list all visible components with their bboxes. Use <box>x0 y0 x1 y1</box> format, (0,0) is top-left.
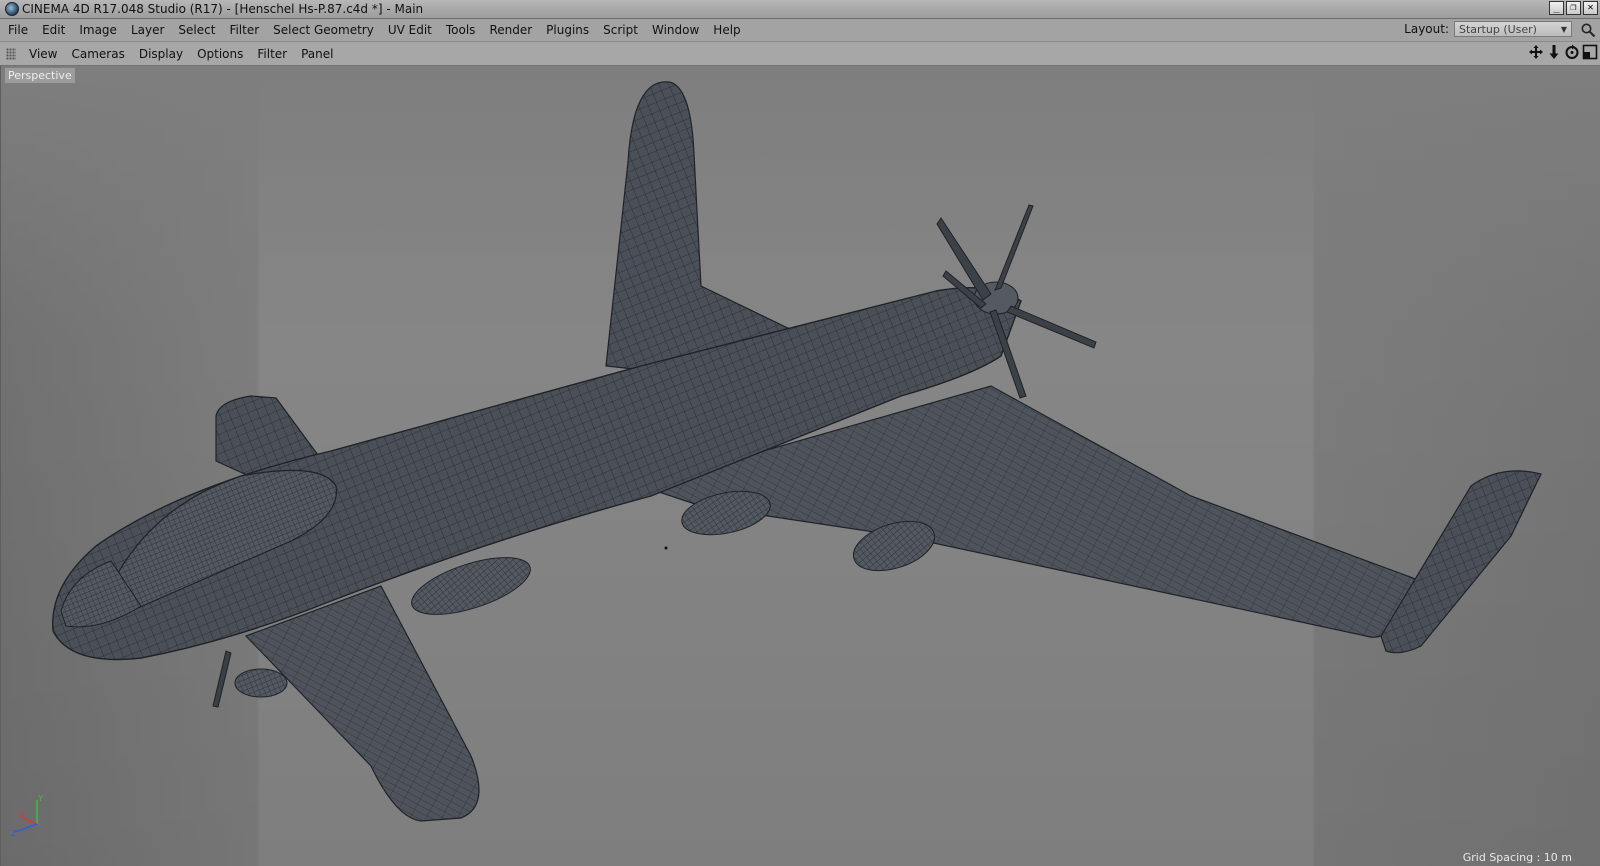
cinema4d-app-icon <box>5 2 19 16</box>
layout-dropdown-value: Startup (User) <box>1459 22 1537 36</box>
menu-select[interactable]: Select <box>171 23 222 37</box>
main-menu-bar: File Edit Image Layer Select Filter Sele… <box>0 19 1600 42</box>
restore-button[interactable]: ❐ <box>1566 1 1581 15</box>
grid-spacing-readout: Grid Spacing : 10 m <box>1462 851 1572 864</box>
menu-window[interactable]: Window <box>645 23 706 37</box>
menu-file[interactable]: File <box>0 23 35 37</box>
menu-edit[interactable]: Edit <box>35 23 72 37</box>
title-bar: CINEMA 4D R17.048 Studio (R17) - [Hensch… <box>0 0 1600 19</box>
camera-label[interactable]: Perspective <box>5 68 75 83</box>
aircraft-mesh <box>51 81 1542 822</box>
menu-filter[interactable]: Filter <box>222 23 266 37</box>
z-axis-line <box>14 823 38 833</box>
x-axis-line <box>22 817 38 825</box>
maximize-icon[interactable] <box>1582 44 1598 60</box>
layout-switcher: Layout: Startup (User) ▼ <box>1404 21 1572 37</box>
menu-select-geometry[interactable]: Select Geometry <box>266 23 381 37</box>
chevron-down-icon: ▼ <box>1560 24 1567 34</box>
menu-tools[interactable]: Tools <box>439 23 483 37</box>
menu-render[interactable]: Render <box>482 23 539 37</box>
viewport-menu-panel[interactable]: Panel <box>294 47 340 61</box>
viewport-menu-display[interactable]: Display <box>132 47 190 61</box>
window-title: CINEMA 4D R17.048 Studio (R17) - [Hensch… <box>22 2 424 16</box>
search-icon[interactable] <box>1580 22 1596 38</box>
menu-uv-edit[interactable]: UV Edit <box>381 23 439 37</box>
rotate-icon[interactable] <box>1564 44 1580 60</box>
menu-layer[interactable]: Layer <box>124 23 171 37</box>
viewport-menu-cameras[interactable]: Cameras <box>64 47 131 61</box>
viewport-menu-view[interactable]: View <box>22 47 64 61</box>
panel-grip-icon[interactable] <box>6 47 16 60</box>
move-icon[interactable] <box>1528 44 1544 60</box>
menu-script[interactable]: Script <box>596 23 645 37</box>
z-axis-label: Z <box>11 829 17 838</box>
viewport-nav-icons <box>1528 44 1598 60</box>
viewport-menu-bar: View Cameras Display Options Filter Pane… <box>0 42 1600 66</box>
window-controls: _ ❐ ✕ <box>1549 1 1598 15</box>
close-button[interactable]: ✕ <box>1583 1 1598 15</box>
menu-plugins[interactable]: Plugins <box>539 23 596 37</box>
zoom-icon[interactable] <box>1546 44 1562 60</box>
x-axis-label: X <box>19 811 25 820</box>
layout-label: Layout: <box>1404 22 1449 36</box>
viewport-menu-filter[interactable]: Filter <box>250 47 294 61</box>
menu-help[interactable]: Help <box>706 23 747 37</box>
menu-image[interactable]: Image <box>72 23 124 37</box>
viewport-menu-options[interactable]: Options <box>190 47 250 61</box>
layout-dropdown[interactable]: Startup (User) ▼ <box>1454 21 1572 37</box>
y-axis-label: Y <box>37 794 43 803</box>
viewport-perspective[interactable]: Perspective Y X Z Grid Spacing : 10 m <box>0 66 1600 866</box>
minimize-button[interactable]: _ <box>1549 1 1564 15</box>
aircraft-wireframe-model[interactable] <box>1 66 1600 866</box>
axis-gizmo: Y X Z <box>11 794 43 838</box>
